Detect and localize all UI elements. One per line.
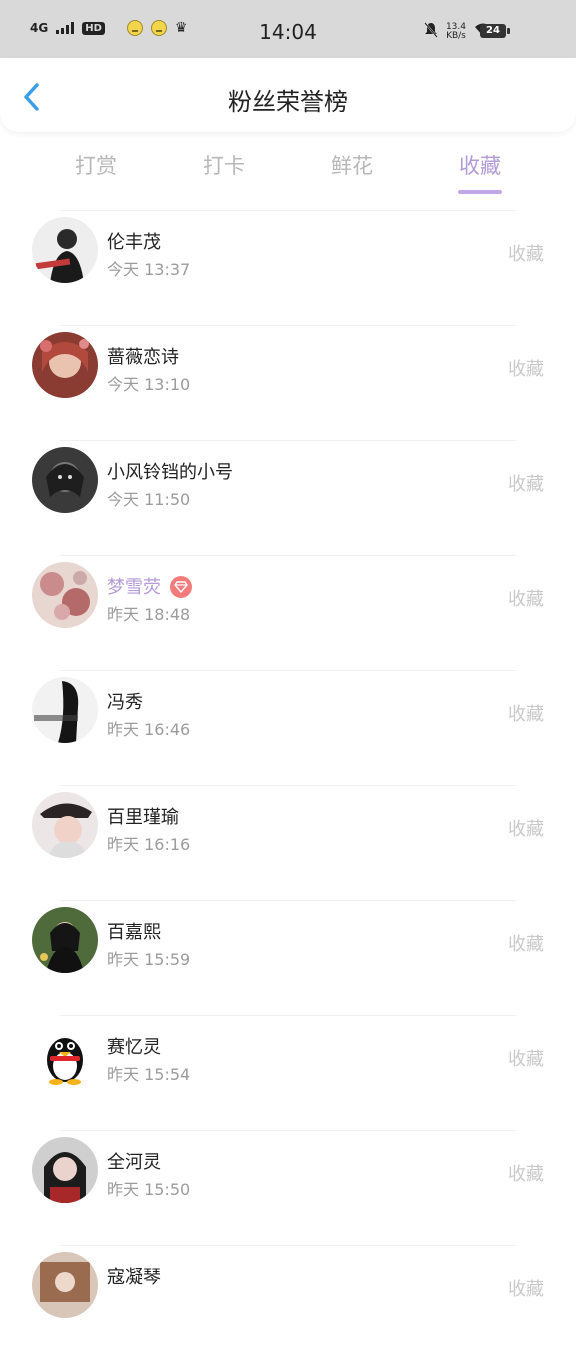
timestamp: 今天 13:37 bbox=[107, 260, 191, 279]
timestamp: 昨天 15:50 bbox=[107, 1180, 191, 1199]
status-bar: 4G HD ♛ 14:04 13.4 KB/s 24 bbox=[0, 0, 576, 58]
mute-bell-icon bbox=[424, 22, 438, 42]
tab-label: 收藏 bbox=[459, 154, 501, 178]
avatar[interactable] bbox=[32, 447, 98, 513]
user-name: 寇凝琴 bbox=[107, 1267, 161, 1288]
divider bbox=[60, 670, 516, 671]
user-name: 百里瑾瑜 bbox=[107, 807, 179, 828]
avatar[interactable] bbox=[32, 332, 98, 398]
list-item[interactable]: 伦丰茂 今天 13:37 收藏 bbox=[0, 210, 576, 325]
avatar[interactable] bbox=[32, 1137, 98, 1203]
timestamp: 今天 13:10 bbox=[107, 375, 191, 394]
favorite-action[interactable]: 收藏 bbox=[508, 1275, 544, 1301]
divider bbox=[60, 210, 516, 211]
timestamp: 今天 11:50 bbox=[107, 490, 191, 509]
timestamp: 昨天 16:46 bbox=[107, 720, 191, 739]
avatar[interactable] bbox=[32, 1022, 98, 1088]
tab-reward[interactable]: 打赏 bbox=[36, 150, 156, 180]
favorite-action[interactable]: 收藏 bbox=[508, 700, 544, 726]
list-item[interactable]: 蔷薇恋诗 今天 13:10 收藏 bbox=[0, 325, 576, 440]
divider bbox=[60, 1130, 516, 1131]
tab-favorites[interactable]: 收藏 bbox=[420, 150, 540, 194]
user-name: 冯秀 bbox=[107, 692, 143, 713]
tab-bar: 打赏 打卡 鲜花 收藏 bbox=[0, 138, 576, 198]
avatar[interactable] bbox=[32, 907, 98, 973]
user-name: 赛忆灵 bbox=[107, 1037, 161, 1058]
tab-label: 打卡 bbox=[203, 154, 245, 178]
user-name: 梦雪荧 bbox=[107, 577, 161, 598]
active-tab-indicator bbox=[458, 190, 502, 194]
diamond-vip-icon bbox=[170, 576, 192, 598]
divider bbox=[60, 785, 516, 786]
favorite-action[interactable]: 收藏 bbox=[508, 470, 544, 496]
tab-flowers[interactable]: 鲜花 bbox=[292, 150, 412, 180]
page-title: 粉丝荣誉榜 bbox=[228, 88, 348, 116]
list-item[interactable]: 百嘉熙 昨天 15:59 收藏 bbox=[0, 900, 576, 1015]
favorite-action[interactable]: 收藏 bbox=[508, 1045, 544, 1071]
divider bbox=[60, 325, 516, 326]
favorite-action[interactable]: 收藏 bbox=[508, 585, 544, 611]
tab-label: 打赏 bbox=[75, 154, 117, 178]
avatar[interactable] bbox=[32, 217, 98, 283]
timestamp: 昨天 15:59 bbox=[107, 950, 191, 969]
favorite-action[interactable]: 收藏 bbox=[508, 815, 544, 841]
avatar[interactable] bbox=[32, 562, 98, 628]
speed-unit: KB/s bbox=[446, 31, 466, 41]
fan-list: 伦丰茂 今天 13:37 收藏 蔷薇恋诗 今天 13:10 收藏 小风铃铛的小号… bbox=[0, 210, 576, 1360]
header: 粉丝荣誉榜 bbox=[0, 58, 576, 132]
user-name: 全河灵 bbox=[107, 1152, 161, 1173]
list-item[interactable]: 梦雪荧 昨天 18:48 收藏 bbox=[0, 555, 576, 670]
divider bbox=[60, 1015, 516, 1016]
tab-checkin[interactable]: 打卡 bbox=[164, 150, 284, 180]
avatar[interactable] bbox=[32, 792, 98, 858]
timestamp: 昨天 16:16 bbox=[107, 835, 191, 854]
list-item[interactable]: 全河灵 昨天 15:50 收藏 bbox=[0, 1130, 576, 1245]
favorite-action[interactable]: 收藏 bbox=[508, 355, 544, 381]
favorite-action[interactable]: 收藏 bbox=[508, 240, 544, 266]
user-name: 百嘉熙 bbox=[107, 922, 161, 943]
battery-icon: 24 bbox=[480, 24, 510, 38]
list-item[interactable]: 小风铃铛的小号 今天 11:50 收藏 bbox=[0, 440, 576, 555]
divider bbox=[60, 1245, 516, 1246]
divider bbox=[60, 900, 516, 901]
list-item[interactable]: 寇凝琴 收藏 bbox=[0, 1245, 576, 1360]
list-item[interactable]: 冯秀 昨天 16:46 收藏 bbox=[0, 670, 576, 785]
favorite-action[interactable]: 收藏 bbox=[508, 930, 544, 956]
timestamp: 昨天 18:48 bbox=[107, 605, 191, 624]
list-item[interactable]: 百里瑾瑜 昨天 16:16 收藏 bbox=[0, 785, 576, 900]
network-speed: 13.4 KB/s bbox=[446, 23, 466, 41]
user-name: 小风铃铛的小号 bbox=[107, 462, 233, 483]
user-name: 蔷薇恋诗 bbox=[107, 347, 179, 368]
divider bbox=[60, 555, 516, 556]
avatar[interactable] bbox=[32, 677, 98, 743]
divider bbox=[60, 440, 516, 441]
penguin-icon bbox=[32, 1022, 98, 1088]
timestamp: 昨天 15:54 bbox=[107, 1065, 191, 1084]
favorite-action[interactable]: 收藏 bbox=[508, 1160, 544, 1186]
tab-label: 鲜花 bbox=[331, 154, 373, 178]
list-item[interactable]: 赛忆灵 昨天 15:54 收藏 bbox=[0, 1015, 576, 1130]
user-name: 伦丰茂 bbox=[107, 232, 161, 253]
avatar[interactable] bbox=[32, 1252, 98, 1318]
